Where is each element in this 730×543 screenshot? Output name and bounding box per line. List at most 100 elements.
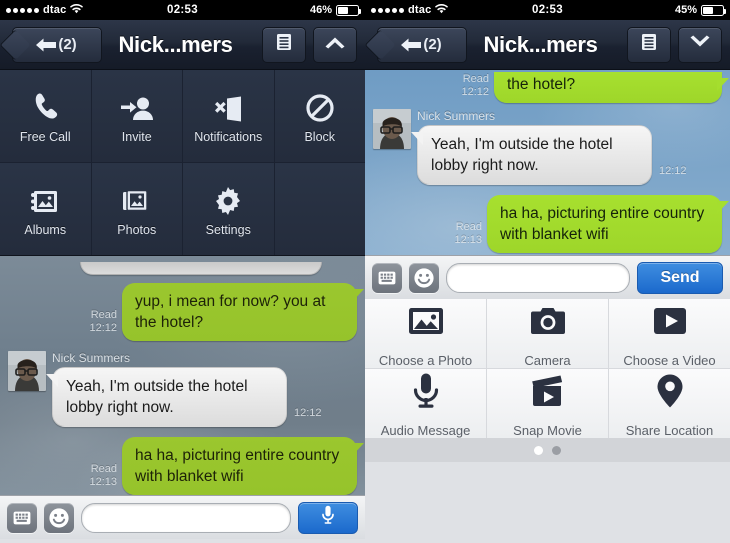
battery-percent-label: 45% bbox=[674, 4, 697, 16]
options-row-2: Albums Photos Settings bbox=[0, 162, 365, 255]
attachment-share-location[interactable]: Share Location bbox=[609, 369, 730, 438]
menu-toggle-button[interactable] bbox=[678, 26, 722, 63]
message-row: Nick Summers Yeah, I'm outside the hotel… bbox=[8, 351, 357, 427]
option-empty-slot bbox=[274, 163, 365, 255]
option-label: Settings bbox=[205, 223, 251, 237]
timestamp: 12:13 bbox=[89, 476, 117, 488]
page-title: Nick...mers bbox=[118, 31, 233, 57]
smiley-icon[interactable] bbox=[409, 262, 439, 293]
list-menu-icon bbox=[276, 33, 292, 56]
chevron-up-icon bbox=[324, 35, 346, 54]
message-text-field-wrap[interactable] bbox=[81, 502, 291, 533]
message-text-field-wrap[interactable] bbox=[446, 262, 630, 293]
menu-toggle-button[interactable] bbox=[313, 26, 357, 63]
avatar[interactable] bbox=[373, 109, 411, 149]
gear-icon bbox=[214, 181, 242, 215]
status-bar-right: dtac 02:53 45% bbox=[365, 0, 730, 20]
timestamp: 12:12 bbox=[294, 407, 322, 419]
attachment-row-1: Choose a Photo Camera Choose a Video bbox=[365, 299, 730, 368]
attachment-page-indicator[interactable] bbox=[365, 438, 730, 462]
message-bubble[interactable]: ha ha, picturing entire country with bla… bbox=[487, 195, 729, 253]
speaker-mute-icon bbox=[212, 88, 244, 122]
message-bubble[interactable]: yup, i mean for now? you at the hotel? bbox=[122, 283, 364, 341]
attachment-label: Snap Movie bbox=[513, 423, 582, 438]
smiley-icon[interactable] bbox=[44, 502, 74, 533]
chat-thread-right[interactable]: Read 12:12 the hotel? Nick Summers Yeah,… bbox=[365, 70, 730, 255]
conversation-menu-button[interactable] bbox=[262, 26, 306, 63]
option-block[interactable]: Block bbox=[274, 70, 365, 162]
option-label: Albums bbox=[24, 223, 67, 237]
sender-name: Nick Summers bbox=[52, 351, 131, 365]
attachment-label: Audio Message bbox=[380, 423, 471, 438]
add-person-icon bbox=[120, 88, 153, 122]
nav-bar-right: (2) Nick...mers bbox=[365, 20, 730, 70]
message-bubble[interactable]: ha ha, picturing entire country with bla… bbox=[122, 437, 364, 495]
back-button[interactable]: (2) bbox=[377, 26, 467, 63]
avatar[interactable] bbox=[8, 351, 46, 391]
attachment-label: Share Location bbox=[625, 423, 714, 438]
status-bar-left: dtac 02:53 46% bbox=[0, 0, 365, 20]
message-input-bar-left bbox=[0, 495, 365, 539]
timestamp: 12:12 bbox=[659, 165, 687, 177]
back-button[interactable]: (2) bbox=[12, 26, 102, 63]
read-status: Read bbox=[455, 221, 482, 233]
back-count-label: (2) bbox=[423, 36, 442, 53]
right-phone-panel: dtac 02:53 45% (2) Nick...mers Read 12:1… bbox=[365, 0, 730, 543]
timestamp: 12:13 bbox=[454, 234, 482, 246]
back-arrow-icon bbox=[400, 38, 422, 52]
attachment-camera[interactable]: Camera bbox=[487, 299, 609, 368]
left-phone-panel: dtac 02:53 46% (2) Nick...mers Free Call… bbox=[0, 0, 365, 543]
attachment-label: Camera bbox=[524, 353, 571, 368]
nav-bar-left: (2) Nick...mers bbox=[0, 20, 365, 70]
page-dot-active[interactable] bbox=[534, 445, 543, 455]
attachment-choose-a-photo[interactable]: Choose a Photo bbox=[365, 299, 487, 368]
attachment-snap-movie[interactable]: Snap Movie bbox=[487, 369, 609, 438]
timestamp: 12:12 bbox=[461, 86, 489, 98]
message-row: Read 12:12 the hotel? bbox=[373, 72, 729, 103]
message-meta: Read 12:13 bbox=[89, 463, 117, 489]
message-bubble[interactable]: Yeah, I'm outside the hotel lobby right … bbox=[46, 367, 287, 427]
message-bubble[interactable]: Yeah, I'm outside the hotel lobby right … bbox=[411, 125, 652, 185]
video-play-icon bbox=[652, 299, 688, 343]
keyboard-icon[interactable] bbox=[372, 262, 402, 293]
option-label: Photos bbox=[117, 223, 157, 237]
attachment-label: Choose a Video bbox=[623, 353, 716, 368]
attachment-audio-message[interactable]: Audio Message bbox=[365, 369, 487, 438]
page-title: Nick...mers bbox=[483, 31, 598, 57]
message-out-2: Read 12:13 ha ha, picturing entire count… bbox=[0, 437, 365, 495]
sender-name: Nick Summers bbox=[417, 109, 496, 123]
read-status: Read bbox=[462, 73, 489, 85]
conversation-menu-button[interactable] bbox=[627, 26, 671, 63]
option-invite[interactable]: Invite bbox=[91, 70, 183, 162]
microphone-icon bbox=[321, 505, 335, 530]
option-free-call[interactable]: Free Call bbox=[0, 70, 92, 162]
option-notifications[interactable]: Notifications bbox=[183, 70, 275, 162]
attachment-choose-a-video[interactable]: Choose a Video bbox=[609, 299, 730, 368]
bubble-and-meta: Yeah, I'm outside the hotel lobby right … bbox=[411, 125, 687, 185]
message-row: Read 12:13 ha ha, picturing entire count… bbox=[8, 437, 364, 495]
message-bubble[interactable]: the hotel? bbox=[494, 72, 729, 103]
battery-percent-label: 46% bbox=[309, 4, 332, 16]
clapboard-icon bbox=[529, 369, 567, 413]
option-photos[interactable]: Photos bbox=[91, 163, 183, 255]
message-out-1: Read 12:12 yup, i mean for now? you at t… bbox=[0, 283, 365, 341]
attachment-row-2: Audio Message Snap Movie Share Location bbox=[365, 368, 730, 438]
option-albums[interactable]: Albums bbox=[0, 163, 92, 255]
message-input[interactable] bbox=[447, 263, 629, 292]
keyboard-icon[interactable] bbox=[7, 502, 37, 533]
chat-thread-left[interactable]: Read 12:12 yup, i mean for now? you at t… bbox=[0, 256, 365, 495]
send-button[interactable]: Send bbox=[637, 261, 723, 294]
message-meta: Read 12:12 bbox=[89, 309, 117, 335]
status-right-group: 46% bbox=[309, 4, 361, 16]
message-meta: Read 12:12 bbox=[461, 73, 489, 99]
voice-message-button[interactable] bbox=[298, 501, 358, 534]
microphone-icon bbox=[412, 369, 440, 413]
message-input[interactable] bbox=[82, 503, 290, 532]
option-settings[interactable]: Settings bbox=[183, 163, 275, 255]
message-in-1: Nick Summers Yeah, I'm outside the hotel… bbox=[0, 351, 365, 427]
page-dot[interactable] bbox=[552, 445, 561, 455]
photo-icon bbox=[407, 299, 445, 343]
battery-icon bbox=[336, 4, 361, 16]
message-input-bar-right: Send bbox=[365, 255, 730, 299]
chevron-down-icon bbox=[689, 35, 711, 54]
